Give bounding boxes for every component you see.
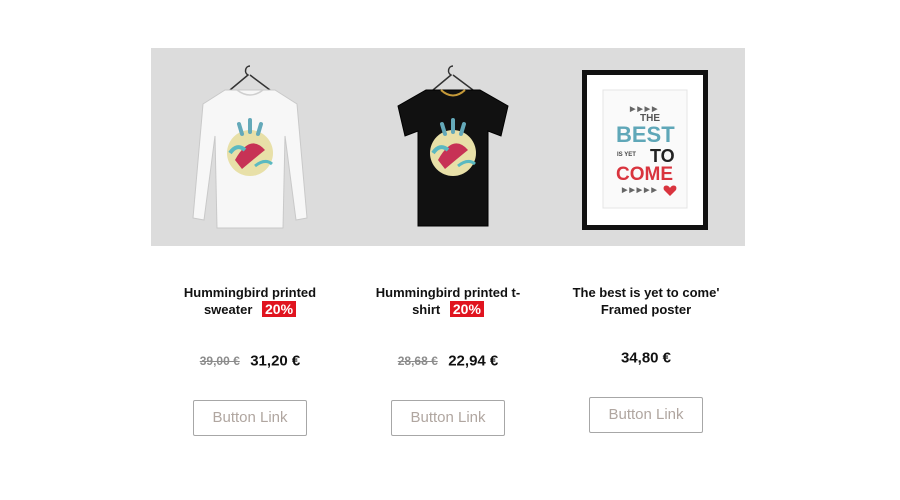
product-title-line1: Hummingbird printed (183, 285, 317, 300)
product-title-line2: Framed poster (600, 302, 692, 317)
product-button-link[interactable]: Button Link (589, 397, 703, 433)
product-title[interactable]: Hummingbird printed t- shirt 20% (353, 284, 543, 318)
svg-text:▶ ▶ ▶ ▶: ▶ ▶ ▶ ▶ (629, 106, 658, 113)
price-row: 39,00 € 31,20 € (155, 352, 345, 370)
black-tshirt-icon[interactable] (378, 58, 528, 236)
poster-best-text: BEST (616, 122, 675, 147)
current-price: 22,94 € (448, 352, 499, 370)
product-title-line1: Hummingbird printed t- (375, 285, 521, 300)
poster-isyet-text: IS YET (617, 152, 636, 158)
product-button-link[interactable]: Button Link (193, 400, 307, 436)
old-price: 39,00 € (199, 353, 240, 368)
old-price: 28,68 € (397, 353, 438, 368)
price-row: 34,80 € (551, 349, 741, 367)
price-row: 28,68 € 22,94 € (353, 352, 543, 370)
product-title-line2: shirt (412, 302, 441, 317)
framed-poster-icon[interactable]: ▶ ▶ ▶ ▶ THE BEST IS YET TO COME ▶ ▶ ▶ ▶ … (582, 70, 708, 230)
poster-to-text: TO (650, 146, 675, 166)
product-title-line1: The best is yet to come' (572, 285, 720, 300)
product-grid: ▶ ▶ ▶ ▶ THE BEST IS YET TO COME ▶ ▶ ▶ ▶ … (0, 0, 900, 500)
product-title-line2: sweater (203, 302, 253, 317)
current-price: 31,20 € (250, 352, 301, 370)
current-price: 34,80 € (620, 349, 672, 367)
white-long-sleeve-sweater-icon[interactable] (175, 58, 325, 236)
svg-text:▶ ▶ ▶ ▶ ▶: ▶ ▶ ▶ ▶ ▶ (621, 187, 657, 194)
discount-badge: 20% (262, 301, 297, 317)
product-button-link[interactable]: Button Link (391, 400, 505, 436)
product-title[interactable]: Hummingbird printed sweater 20% (155, 284, 345, 318)
product-title[interactable]: The best is yet to come' Framed poster (551, 284, 741, 318)
poster-come-text: COME (616, 164, 673, 185)
discount-badge: 20% (449, 301, 484, 317)
